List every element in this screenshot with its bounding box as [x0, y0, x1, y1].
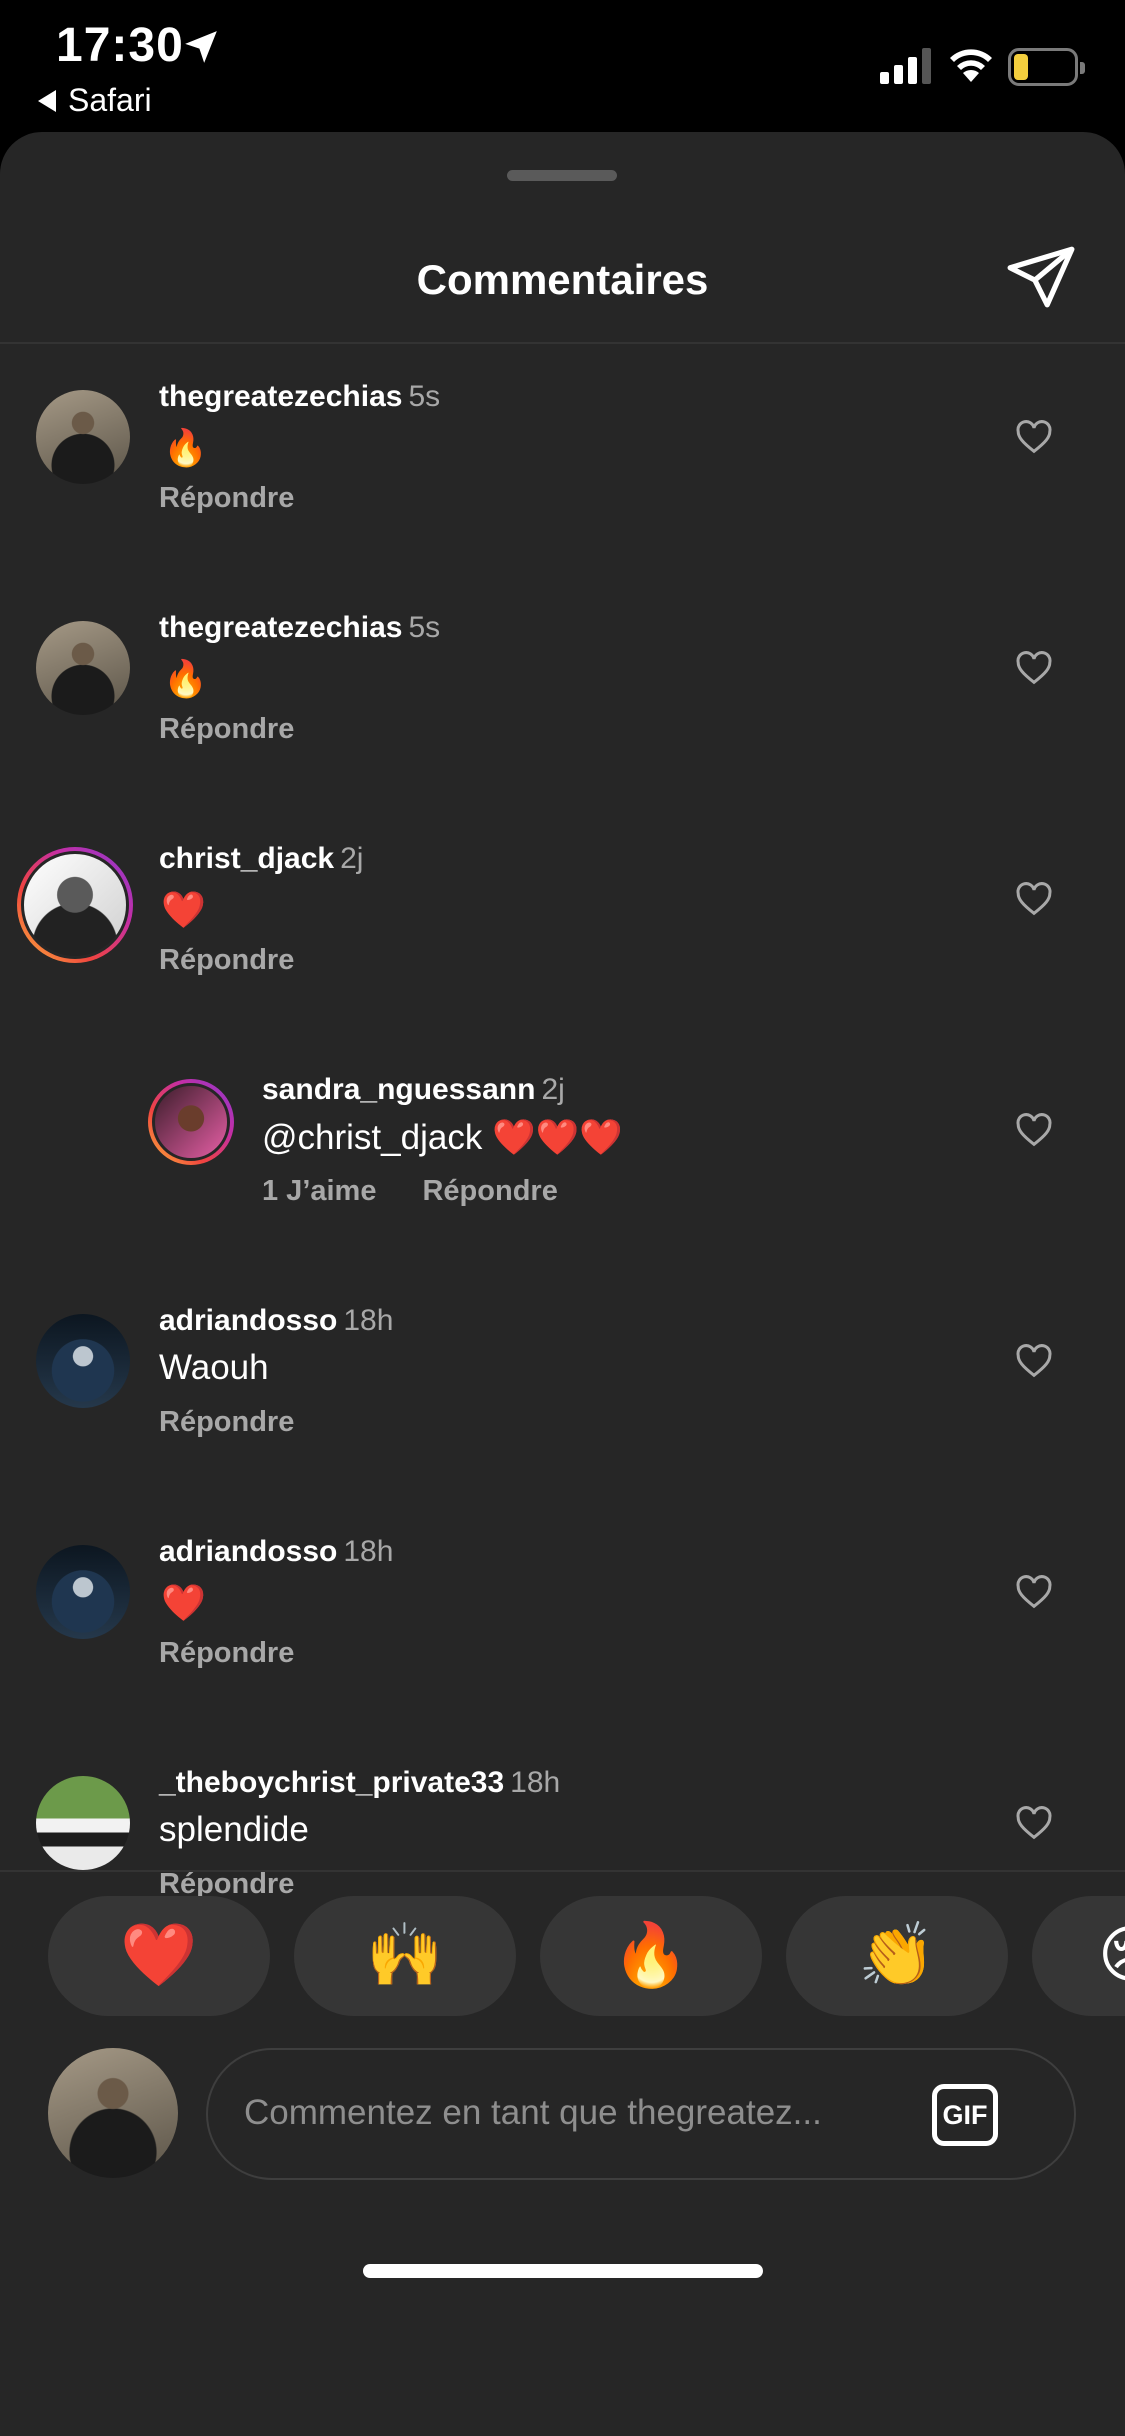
comment-username[interactable]: christ_djack — [159, 842, 334, 875]
heart-icon[interactable] — [1014, 1342, 1054, 1382]
heart-icon[interactable] — [1014, 1804, 1054, 1844]
comment-item: adriandosso 18h Waouh Répondre — [0, 1294, 1125, 1494]
comment-actions: Répondre — [159, 713, 294, 746]
comment-input[interactable]: Commentez en tant que thegreatez... GIF — [206, 2048, 1076, 2180]
reply-button[interactable]: Répondre — [159, 1406, 294, 1438]
avatar — [152, 1083, 230, 1161]
comment-actions: Répondre — [159, 1637, 294, 1670]
avatar-story-ring[interactable] — [17, 847, 133, 963]
header-divider — [0, 342, 1125, 344]
reply-button[interactable]: Répondre — [159, 482, 294, 514]
avatar[interactable] — [36, 621, 130, 715]
comment-username[interactable]: adriandosso — [159, 1304, 337, 1337]
sheet-grabber[interactable] — [507, 170, 617, 181]
heart-icon[interactable] — [1014, 880, 1054, 920]
back-triangle-icon — [38, 90, 56, 112]
avatar-story-ring[interactable] — [148, 1079, 234, 1165]
comment-text: ❤️ — [161, 1582, 206, 1623]
reply-item: sandra_nguessann 2j @christ_djack ❤️❤️❤️ … — [0, 1063, 1125, 1263]
comment-time: 2j — [541, 1073, 565, 1106]
comment-username[interactable]: adriandosso — [159, 1535, 337, 1568]
comment-actions: Répondre — [159, 482, 294, 515]
quick-reaction-fire[interactable]: 🔥 — [540, 1896, 762, 2016]
avatar[interactable] — [36, 1545, 130, 1639]
quick-reaction-raised-hands[interactable]: 🙌 — [294, 1896, 516, 2016]
comment-username[interactable]: thegreatezechias — [159, 380, 402, 413]
sheet-title: Commentaires — [416, 256, 709, 303]
quick-reaction-clap[interactable]: 👏 — [786, 1896, 1008, 2016]
location-arrow-icon — [185, 31, 217, 63]
comment-actions: Répondre — [159, 944, 294, 977]
reply-button[interactable]: Répondre — [422, 1175, 557, 1207]
comment-text: ❤️ — [161, 889, 206, 930]
comment-meta: adriandosso 18h — [159, 1535, 393, 1569]
comment-item: adriandosso 18h ❤️ Répondre — [0, 1525, 1125, 1725]
comment-time: 2j — [340, 842, 364, 875]
comment-time: 5s — [408, 380, 441, 413]
quick-reaction-heart[interactable]: ❤️ — [48, 1896, 270, 2016]
gif-button[interactable]: GIF — [932, 2084, 998, 2146]
comment-meta: christ_djack 2j — [159, 842, 363, 876]
comment-text: 🔥 — [163, 658, 208, 699]
heart-icon[interactable] — [1014, 418, 1054, 458]
reply-button[interactable]: Répondre — [159, 713, 294, 745]
heart-icon[interactable] — [1014, 1111, 1054, 1151]
comment-item: christ_djack 2j ❤️ Répondre — [0, 832, 1125, 1032]
comment-item: thegreatezechias 5s 🔥 Répondre — [0, 370, 1125, 570]
status-bar: 17:30 Safari 18 — [0, 0, 1125, 132]
avatar[interactable] — [36, 1776, 130, 1870]
comment-text: @christ_djack ❤️❤️❤️ — [262, 1118, 623, 1157]
comment-time: 18h — [510, 1766, 561, 1799]
comment-meta: _theboychrist_private33 18h — [159, 1766, 560, 1800]
avatar[interactable] — [36, 390, 130, 484]
comment-text: Waouh — [159, 1348, 269, 1387]
back-to-safari-link[interactable]: Safari — [38, 82, 152, 119]
paper-plane-icon[interactable] — [1004, 240, 1078, 314]
wifi-icon — [950, 49, 992, 82]
comment-meta: thegreatezechias 5s — [159, 380, 440, 414]
comment-time: 18h — [343, 1535, 394, 1568]
avatar[interactable] — [36, 1314, 130, 1408]
comment-item: thegreatezechias 5s 🔥 Répondre — [0, 601, 1125, 801]
clock: 17:30 — [56, 19, 184, 72]
comment-time: 18h — [343, 1304, 394, 1337]
heart-icon[interactable] — [1014, 1573, 1054, 1613]
reactions-divider — [0, 1870, 1125, 1872]
comment-username[interactable]: sandra_nguessann — [262, 1073, 535, 1106]
comment-meta: adriandosso 18h — [159, 1304, 393, 1338]
comment-input-placeholder: Commentez en tant que thegreatez... — [244, 2093, 822, 2132]
home-indicator — [363, 2264, 763, 2278]
composer-avatar — [48, 2048, 178, 2178]
heart-icon[interactable] — [1014, 649, 1054, 689]
comment-text: splendide — [159, 1810, 309, 1849]
comment-actions: Répondre — [159, 1406, 294, 1439]
back-app-label: Safari — [68, 82, 152, 118]
reply-button[interactable]: Répondre — [159, 944, 294, 976]
comment-actions: 1 J’aime Répondre — [262, 1175, 558, 1208]
cellular-signal-icon — [880, 48, 931, 84]
battery-level: 18 — [1027, 52, 1059, 83]
avatar — [21, 851, 129, 959]
comment-username[interactable]: thegreatezechias — [159, 611, 402, 644]
battery-icon: 18 — [1008, 48, 1085, 86]
reply-button[interactable]: Répondre — [159, 1637, 294, 1669]
comment-meta: sandra_nguessann 2j — [262, 1073, 565, 1107]
comment-text: 🔥 — [163, 427, 208, 468]
likes-count[interactable]: 1 J’aime — [262, 1175, 376, 1207]
comment-username[interactable]: _theboychrist_private33 — [159, 1766, 504, 1799]
comment-time: 5s — [408, 611, 441, 644]
comment-meta: thegreatezechias 5s — [159, 611, 440, 645]
